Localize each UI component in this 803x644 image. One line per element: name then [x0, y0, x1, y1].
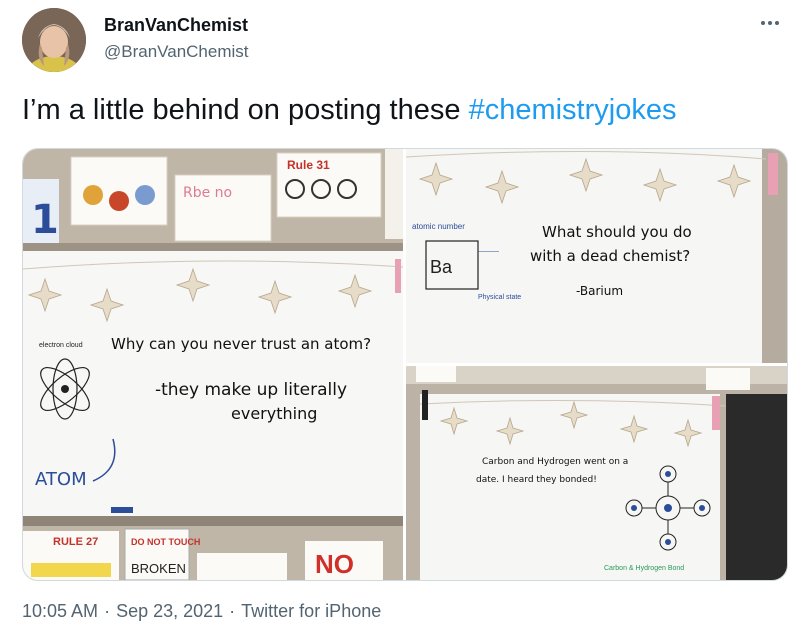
svg-text:———: ———: [478, 248, 499, 255]
poster-no-text: NO: [315, 549, 354, 579]
photo-barium-joke-image: Ba atomic number ——— Physical state What…: [406, 149, 787, 363]
bonding-joke-line2: date. I heard they bonded!: [476, 475, 597, 485]
poster-rule31-text: Rule 31: [287, 158, 330, 172]
bond-caption: Carbon & Hydrogen Bond: [604, 565, 684, 572]
barium-answer: -Barium: [576, 284, 623, 298]
left-joke-text: Why can you never trust an atom?: [111, 335, 371, 353]
poster-do-not-touch-text: DO NOT TOUCH: [131, 537, 200, 547]
svg-text:electron cloud: electron cloud: [39, 342, 83, 349]
poster-rule27-text: RULE 27: [53, 536, 98, 548]
left-answer-line1: -they make up literally: [155, 380, 347, 400]
poster-broken-text: BROKEN: [131, 561, 186, 576]
barium-joke-line1: What should you do: [542, 223, 692, 241]
photo-barium-joke[interactable]: Ba atomic number ——— Physical state What…: [406, 149, 787, 363]
svg-text:Rbe no: Rbe no: [183, 185, 232, 201]
meta-separator: ·: [104, 601, 111, 621]
tweet-time[interactable]: 10:05 AM: [22, 601, 98, 621]
element-symbol: Ba: [430, 257, 453, 277]
more-options-icon[interactable]: [757, 10, 783, 36]
tweet: BranVanChemist @BranVanChemist I’m a lit…: [0, 0, 803, 644]
left-answer-line2: everything: [231, 404, 317, 423]
tweet-meta: 10:05 AM · Sep 23, 2021 · Twitter for iPhone: [22, 601, 381, 622]
svg-text:1: 1: [31, 197, 59, 243]
bonding-joke-line1: Carbon and Hydrogen went on a: [482, 457, 628, 467]
meta-separator: ·: [229, 601, 236, 621]
tweet-source[interactable]: Twitter for iPhone: [241, 601, 381, 621]
avatar-image: [22, 8, 86, 72]
atomic-number-label: atomic number: [412, 222, 465, 231]
media-grid: 1 Rbe no Rule 31 electron cloud Why can …: [22, 148, 788, 581]
svg-text:Physical state: Physical state: [478, 294, 521, 301]
tweet-text: I’m a little behind on posting these #ch…: [22, 94, 676, 127]
photo-atom-joke[interactable]: 1 Rbe no Rule 31 electron cloud Why can …: [23, 149, 403, 580]
atom-label: ATOM: [35, 469, 87, 490]
avatar[interactable]: [22, 8, 86, 72]
tweet-text-prefix: I’m a little behind on posting these: [22, 94, 469, 126]
display-name[interactable]: BranVanChemist: [104, 15, 248, 36]
photo-bonding-joke-image: Carbon and Hydrogen went on a date. I he…: [406, 366, 787, 580]
barium-joke-line2: with a dead chemist?: [530, 247, 690, 265]
user-handle[interactable]: @BranVanChemist: [104, 42, 249, 62]
hashtag-link[interactable]: #chemistryjokes: [469, 94, 677, 126]
photo-atom-joke-image: 1 Rbe no Rule 31 electron cloud Why can …: [23, 149, 403, 580]
tweet-date[interactable]: Sep 23, 2021: [116, 601, 223, 621]
photo-bonding-joke[interactable]: Carbon and Hydrogen went on a date. I he…: [406, 366, 787, 580]
